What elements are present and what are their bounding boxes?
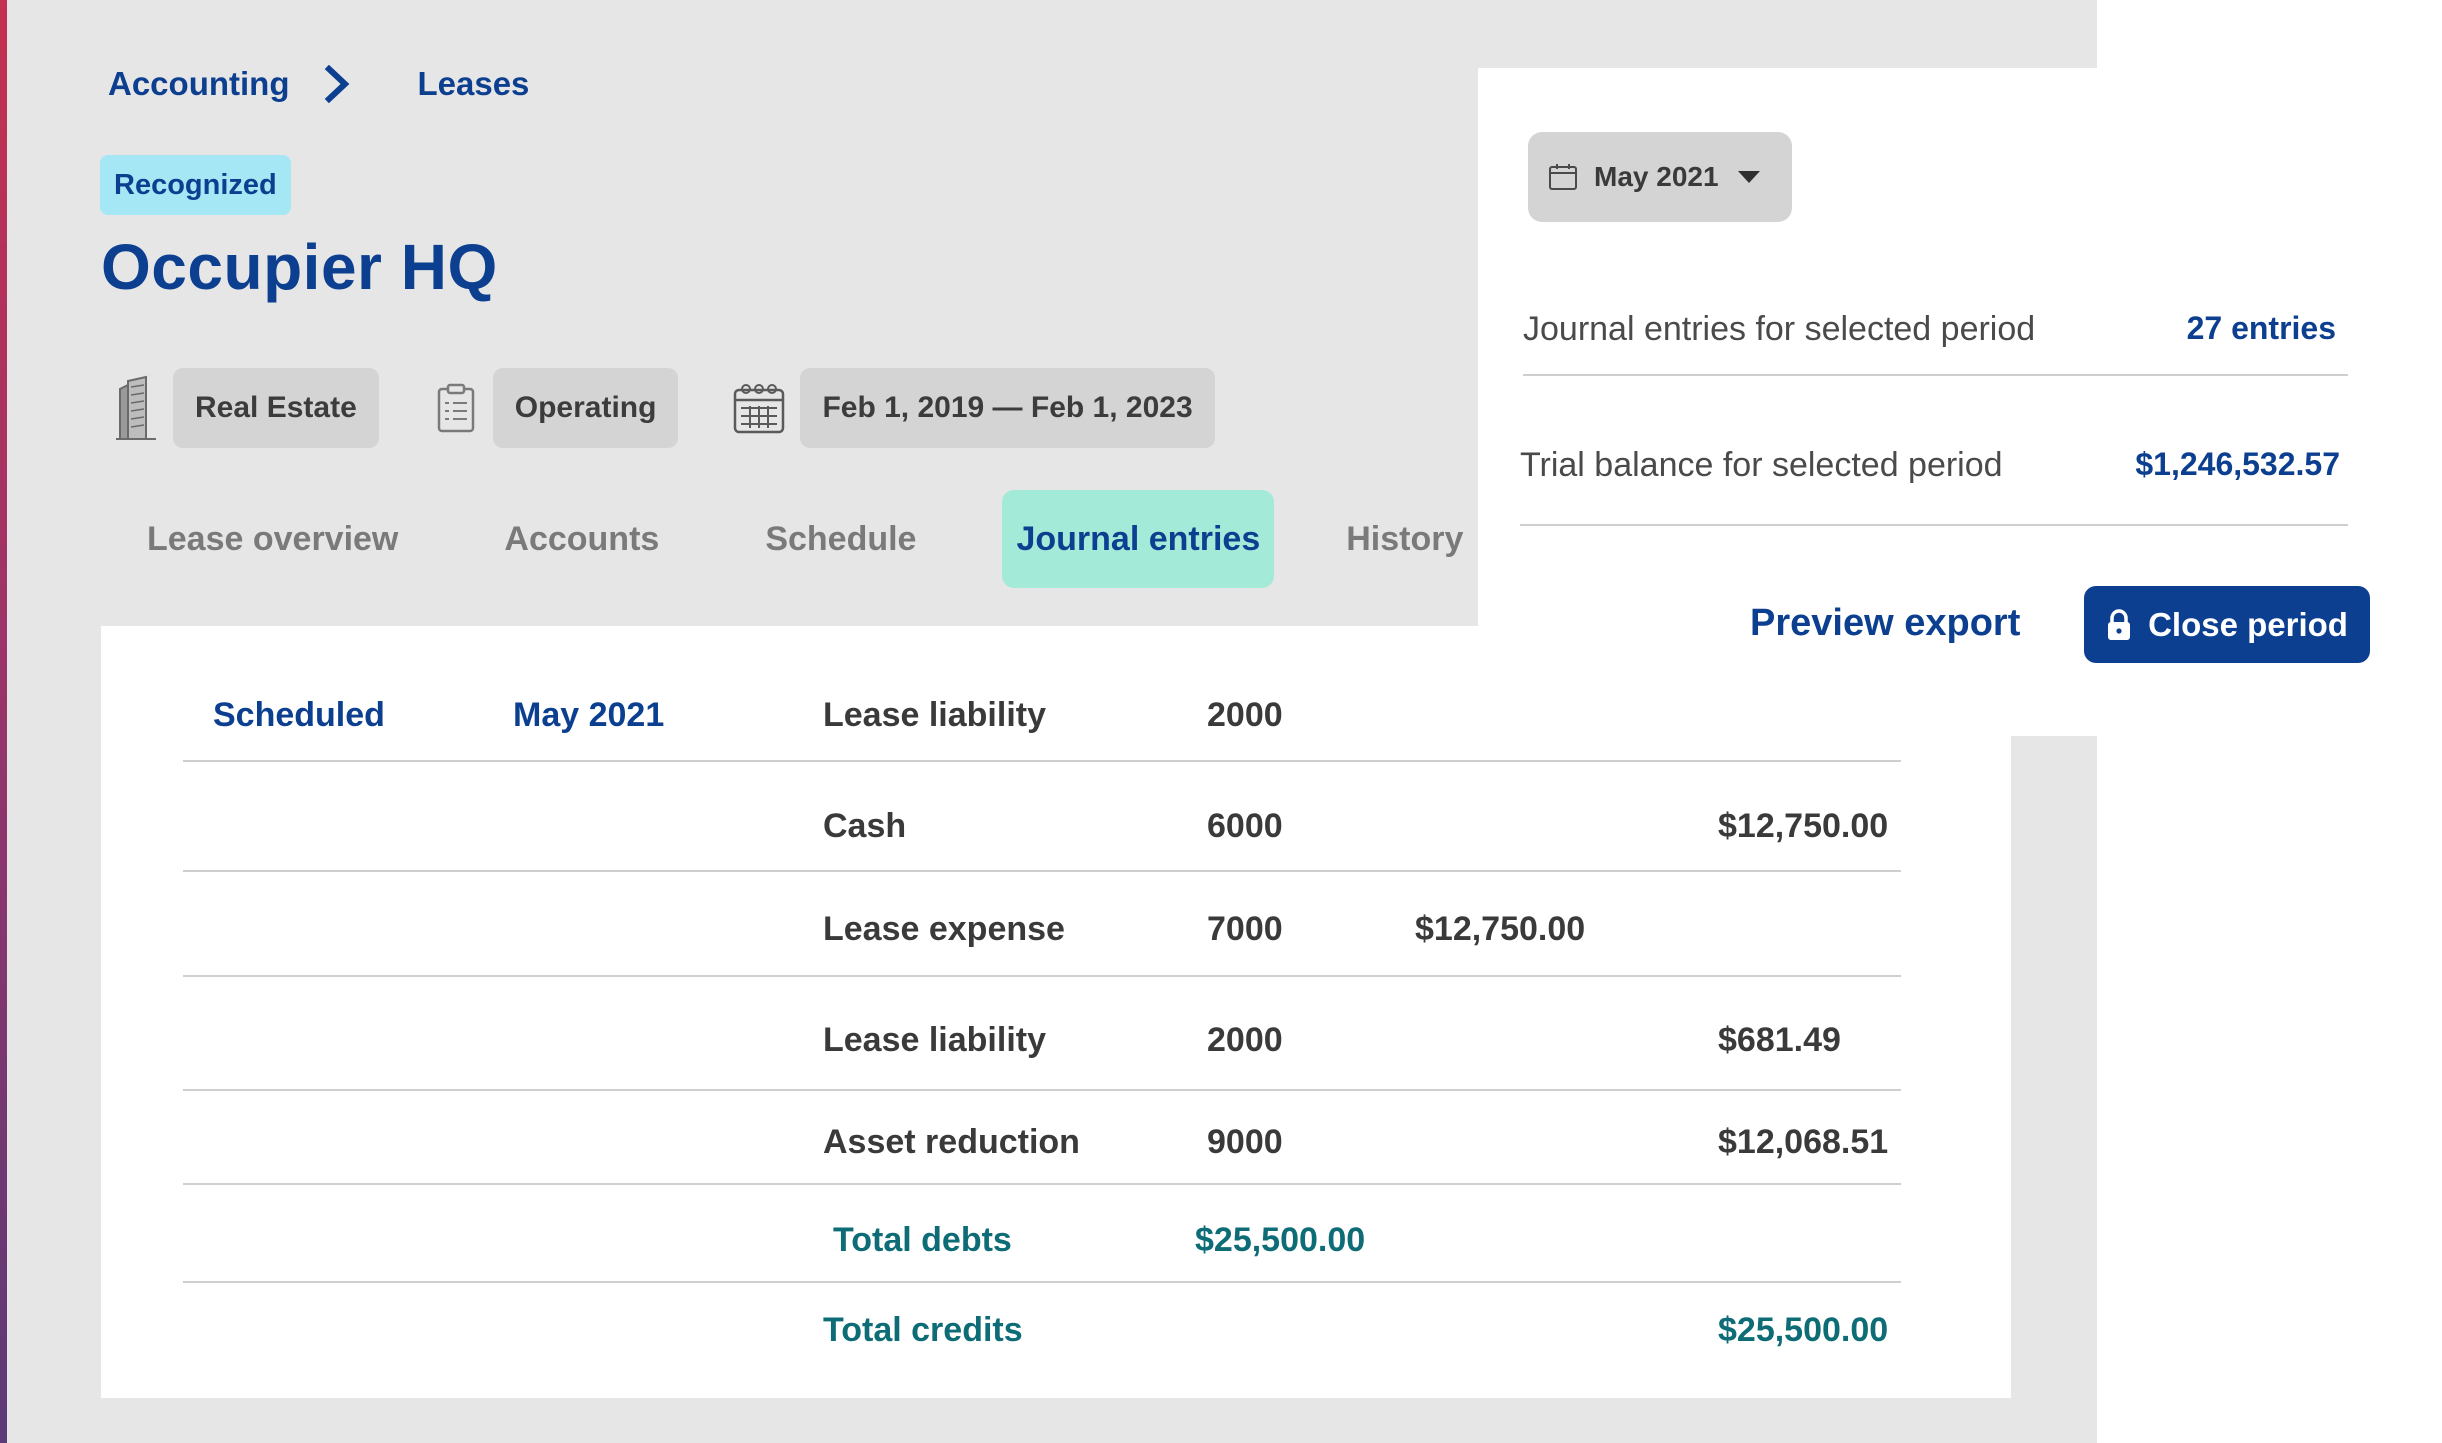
page-title: Occupier HQ [101,231,498,303]
close-period-button[interactable]: Close period [2084,586,2370,663]
breadcrumb-leases[interactable]: Leases [417,65,529,103]
calendar-icon [1549,164,1577,190]
debit-amount: $12,750.00 [1415,910,1586,948]
account-code: 6000 [1207,807,1283,845]
total-credits-label: Total credits [823,1311,1023,1349]
status-badge: Recognized [100,155,291,215]
account-code: 2000 [1207,696,1283,734]
lock-icon [2108,608,2131,640]
building-icon [113,375,159,440]
breadcrumb-accounting[interactable]: Accounting [108,65,289,103]
table-row: Lease liability 2000 $681.49 [183,977,1901,1091]
account-code: 9000 [1207,1123,1283,1161]
lease-meta: Real Estate Operating Feb 1, 2019 — Feb … [113,368,1269,448]
lease-tabs: Lease overview Accounts Schedule Journal… [127,490,1549,588]
breadcrumb: Accounting Leases [108,62,529,106]
tab-history[interactable]: History [1326,490,1483,588]
total-credits-row: Total credits $25,500.00 [183,1283,1901,1373]
window-edge [0,0,7,1443]
account-code: 7000 [1207,910,1283,948]
journal-entries-table: Scheduled May 2021 Lease liability 2000 … [101,626,2011,1398]
account-name: Lease liability [823,696,1046,734]
chevron-right-icon [319,65,357,103]
calendar-icon [732,376,786,440]
trial-balance-summary: Trial balance for selected period $1,246… [1520,376,2348,526]
trial-balance-label: Trial balance for selected period [1520,446,2003,484]
credit-amount: $681.49 [1718,1021,1841,1059]
total-debits-value: $25,500.00 [1195,1221,1366,1259]
preview-export-button[interactable]: Preview export [1750,602,2020,645]
clipboard-icon [433,376,479,440]
journal-entries-count[interactable]: 27 entries [2187,310,2336,347]
trial-balance-value: $1,246,532.57 [2135,446,2340,482]
account-name: Lease expense [823,910,1065,948]
tab-accounts[interactable]: Accounts [484,490,679,588]
tab-journal-entries[interactable]: Journal entries [1002,490,1275,588]
account-code: 2000 [1207,1021,1283,1059]
table-row: Asset reduction 9000 $12,068.51 [183,1091,1901,1185]
tab-schedule[interactable]: Schedule [745,490,936,588]
date-range-chip: Feb 1, 2019 — Feb 1, 2023 [800,368,1215,448]
tab-lease-overview[interactable]: Lease overview [127,490,418,588]
credit-amount: $12,068.51 [1718,1123,1889,1161]
account-name: Lease liability [823,1021,1046,1059]
table-row: Lease expense 7000 $12,750.00 [183,872,1901,977]
total-debits-label: Total debts [833,1221,1012,1259]
total-credits-value: $25,500.00 [1718,1311,1889,1349]
property-type-chip: Real Estate [173,368,379,448]
journal-entries-label: Journal entries for selected period [1523,310,2036,348]
account-name: Cash [823,807,907,845]
total-debits-row: Total debts $25,500.00 [183,1185,1901,1283]
account-name: Asset reduction [823,1123,1080,1161]
entry-status: Scheduled [213,696,385,734]
entry-period: May 2021 [513,696,665,734]
credit-amount: $12,750.00 [1718,807,1889,845]
table-row: Cash 6000 $12,750.00 [183,762,1901,872]
journal-entries-summary: Journal entries for selected period 27 e… [1523,278,2348,376]
period-dropdown-value: May 2021 [1594,161,1719,192]
caret-down-icon [1737,171,1760,183]
lease-type-chip: Operating [492,368,679,448]
close-period-label: Close period [2148,605,2348,643]
period-dropdown[interactable]: May 2021 [1528,132,1792,222]
